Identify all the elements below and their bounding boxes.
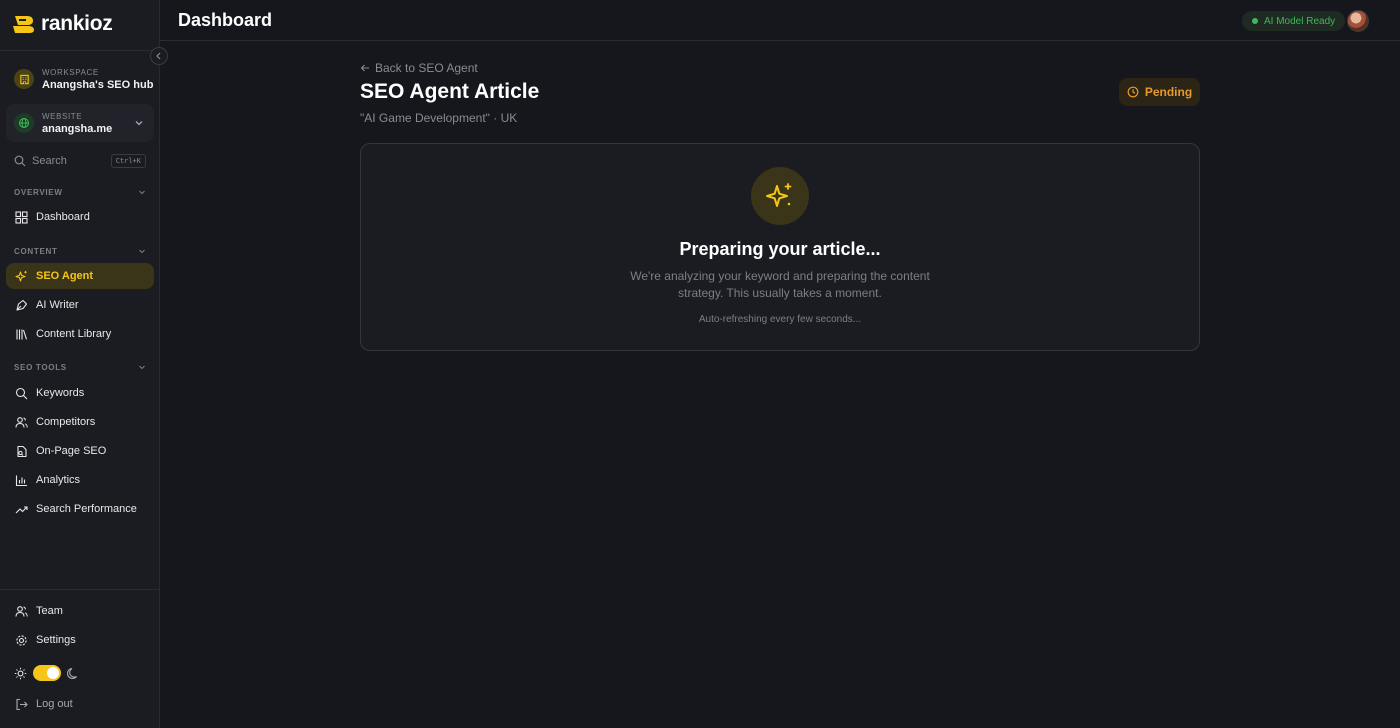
sidebar-item-label: Log out (36, 698, 73, 710)
chevron-down-icon (139, 365, 145, 370)
globe-icon (14, 113, 34, 133)
sidebar-item-settings[interactable]: Settings (6, 627, 154, 653)
website-selector[interactable]: WEBSITE anangsha.me (6, 104, 154, 142)
sidebar-item-competitors[interactable]: Competitors (6, 409, 154, 435)
workspace-selector[interactable]: WORKSPACE Anangsha's SEO hub (6, 60, 154, 98)
trending-up-icon (15, 505, 28, 513)
section-content[interactable]: CONTENT (14, 245, 146, 257)
gear-icon (16, 634, 27, 646)
brand-logo[interactable]: rankioz (12, 12, 113, 36)
library-icon (16, 329, 28, 339)
arrow-left-icon (360, 64, 369, 72)
rankioz-logo-icon (13, 16, 34, 33)
sidebar-item-label: Analytics (36, 474, 81, 486)
article-title: SEO Agent Article (360, 80, 540, 103)
log-out-icon (16, 698, 28, 710)
search-icon (14, 155, 26, 167)
ai-status-text: AI Model Ready (1264, 15, 1336, 27)
sidebar-item-team[interactable]: Team (6, 598, 154, 624)
search-placeholder: Search (32, 155, 67, 167)
sidebar-item-dashboard[interactable]: Dashboard (6, 204, 154, 230)
sidebar-item-label: Settings (36, 634, 76, 646)
sidebar: rankioz WORKSPACE Anangsha's SEO hub WEB… (0, 0, 168, 728)
chevron-down-icon (139, 249, 145, 254)
bar-chart-icon (15, 475, 27, 486)
workspace-name: Anangsha's SEO hub (42, 78, 154, 91)
sidebar-item-label: Content Library (36, 328, 112, 340)
auto-refresh-note: Auto-refreshing every few seconds... (698, 314, 862, 325)
chevron-down-icon (139, 190, 145, 195)
sidebar-collapse-button[interactable] (150, 47, 168, 65)
sidebar-item-analytics[interactable]: Analytics (6, 467, 154, 493)
section-seo-tools[interactable]: SEO TOOLS (14, 361, 146, 373)
section-overview-label: OVERVIEW (14, 187, 63, 197)
file-search-icon (17, 445, 27, 457)
chevron-down-icon (135, 121, 143, 126)
section-content-label: CONTENT (14, 246, 58, 256)
sidebar-item-label: Team (36, 605, 63, 617)
chevron-left-icon (156, 52, 161, 60)
sidebar-divider-bottom (0, 589, 160, 590)
sidebar-item-ai-writer[interactable]: AI Writer (6, 292, 154, 318)
sidebar-item-label: SEO Agent (36, 270, 94, 282)
theme-toggle-knob (47, 667, 59, 679)
website-name: anangsha.me (42, 122, 113, 135)
sidebar-search[interactable]: Search Ctrl+K (14, 153, 146, 169)
article-subtitle: "AI Game Development" · UK (360, 111, 518, 125)
status-badge: Pending (1119, 78, 1200, 106)
sidebar-divider-top (0, 50, 160, 51)
brand-name: rankioz (41, 12, 113, 35)
building-icon (14, 69, 34, 89)
grid-icon (15, 210, 28, 224)
sidebar-item-search-performance[interactable]: Search Performance (6, 496, 154, 522)
sidebar-item-keywords[interactable]: Keywords (6, 380, 154, 406)
card-title: Preparing your article... (679, 239, 881, 259)
sun-icon[interactable] (14, 667, 27, 680)
sidebar-item-log-out[interactable]: Log out (6, 691, 154, 717)
sidebar-item-label: Search Performance (36, 503, 137, 515)
section-overview[interactable]: OVERVIEW (14, 186, 146, 198)
app-root: rankioz WORKSPACE Anangsha's SEO hub WEB… (0, 0, 1400, 728)
status-badge-text: Pending (1144, 85, 1193, 99)
preparing-article-card: Preparing your article... We're analyzin… (360, 143, 1200, 351)
clock-icon (1127, 86, 1139, 98)
ai-status-badge: AI Model Ready (1242, 11, 1346, 31)
back-to-seo-agent-link[interactable]: Back to SEO Agent (360, 61, 478, 75)
page-title: Dashboard (178, 10, 273, 30)
sidebar-item-label: Keywords (36, 387, 85, 399)
sparkles-icon-container (751, 167, 809, 225)
workspace-label: WORKSPACE (42, 67, 99, 77)
sparkles-icon (15, 270, 27, 282)
section-seo-tools-label: SEO TOOLS (14, 362, 67, 372)
users-icon (15, 605, 28, 617)
top-header: Dashboard AI Model Ready (160, 0, 1400, 41)
sidebar-item-label: Dashboard (36, 211, 90, 223)
sparkles-icon (766, 183, 792, 207)
pen-nib-icon (16, 299, 28, 311)
search-shortcut: Ctrl+K (110, 154, 146, 168)
user-avatar[interactable] (1347, 10, 1369, 32)
theme-toggle[interactable] (33, 665, 61, 681)
users-icon (15, 416, 28, 428)
sidebar-item-content-library[interactable]: Content Library (6, 321, 154, 347)
sidebar-item-seo-agent[interactable]: SEO Agent (6, 263, 154, 289)
website-label: WEBSITE (42, 111, 83, 121)
status-dot-icon (1252, 18, 1258, 24)
back-link-label: Back to SEO Agent (375, 61, 478, 75)
sidebar-item-on-page-seo[interactable]: On-Page SEO (6, 438, 154, 464)
card-description: We're analyzing your keyword and prepari… (630, 269, 930, 300)
sidebar-item-label: AI Writer (36, 299, 79, 311)
sidebar-item-label: On-Page SEO (36, 445, 107, 457)
sidebar-item-label: Competitors (36, 416, 96, 428)
search-icon (15, 387, 28, 399)
theme-switcher (14, 664, 80, 682)
moon-icon[interactable] (67, 667, 80, 680)
